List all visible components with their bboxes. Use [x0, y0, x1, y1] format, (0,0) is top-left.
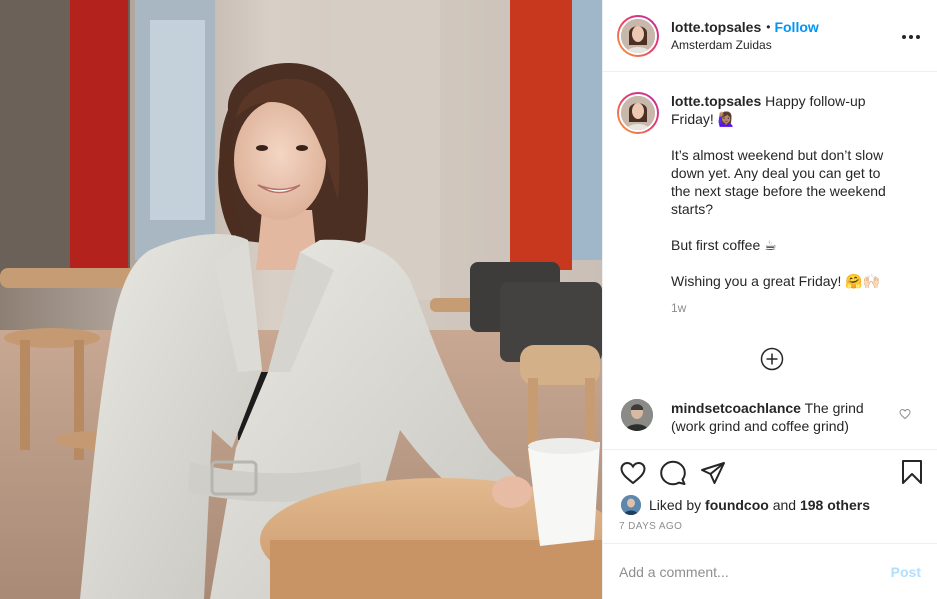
comment-bubble-icon	[660, 460, 686, 485]
comment-like-icon[interactable]	[899, 407, 911, 423]
post-photo[interactable]	[0, 0, 602, 599]
caption-username[interactable]: lotte.topsales	[671, 93, 761, 109]
comment-item: mindsetcoachlance The grind (work grind …	[621, 399, 923, 435]
commenter-avatar[interactable]	[621, 399, 653, 431]
paper-plane-icon	[701, 461, 725, 484]
post-photo-illustration	[0, 0, 602, 599]
separator-dot: •	[766, 19, 771, 34]
more-options-icon[interactable]	[901, 24, 921, 44]
commenter-avatar-image	[621, 399, 653, 431]
author-avatar-image	[621, 18, 655, 53]
caption-timestamp[interactable]: 1w	[671, 299, 903, 317]
plus-circle-icon	[760, 347, 784, 371]
ellipsis-icon	[902, 35, 920, 39]
post-date[interactable]: 7 DAYS AGO	[603, 515, 937, 543]
author-username[interactable]: lotte.topsales	[671, 18, 761, 36]
liked-by-others-link[interactable]: 198 others	[800, 497, 870, 513]
share-button[interactable]	[699, 459, 727, 487]
load-more-comments-icon[interactable]	[760, 347, 784, 371]
like-button[interactable]	[619, 459, 647, 487]
caption-text: lotte.topsales Happy follow-up Friday! 🙋…	[671, 92, 903, 317]
liker-avatar-image	[621, 495, 641, 515]
heart-icon	[899, 408, 911, 420]
comment-input[interactable]: Add a comment...	[619, 564, 891, 580]
instagram-post: lotte.topsales • Follow Amsterdam Zuidas	[0, 0, 937, 599]
bookmark-icon	[902, 460, 922, 484]
liked-by-and: and	[772, 497, 797, 513]
likes-summary: Liked by foundcoo and 198 others	[603, 495, 937, 515]
author-avatar[interactable]	[617, 14, 659, 57]
caption-author-avatar[interactable]	[617, 92, 659, 134]
action-bar	[603, 449, 937, 495]
liked-by-user[interactable]: foundcoo	[705, 497, 769, 513]
caption-paragraph-4: Wishing you a great Friday! 🤗🙌🏻	[671, 273, 881, 289]
heart-icon	[620, 461, 646, 484]
post-side-panel: lotte.topsales • Follow Amsterdam Zuidas	[602, 0, 937, 599]
commenter-username[interactable]: mindsetcoachlance	[671, 400, 801, 416]
add-comment-bar: Add a comment... Post	[603, 543, 937, 599]
save-button[interactable]	[901, 459, 923, 488]
caption-avatar-image	[621, 96, 655, 130]
comment-button[interactable]	[659, 459, 687, 487]
post-comment-button[interactable]: Post	[891, 564, 921, 580]
liked-by-prefix: Liked by	[649, 497, 702, 513]
caption-paragraph-2: It’s almost weekend but don’t slow down …	[671, 147, 886, 217]
comments-section: lotte.topsales Happy follow-up Friday! 🙋…	[603, 72, 937, 449]
post-header: lotte.topsales • Follow Amsterdam Zuidas	[603, 0, 937, 72]
post-location[interactable]: Amsterdam Zuidas	[671, 36, 819, 54]
post-caption: lotte.topsales Happy follow-up Friday! 🙋…	[617, 92, 923, 317]
caption-paragraph-3: But first coffee ☕	[671, 237, 777, 253]
follow-button[interactable]: Follow	[774, 18, 818, 36]
liker-avatar[interactable]	[621, 495, 641, 515]
